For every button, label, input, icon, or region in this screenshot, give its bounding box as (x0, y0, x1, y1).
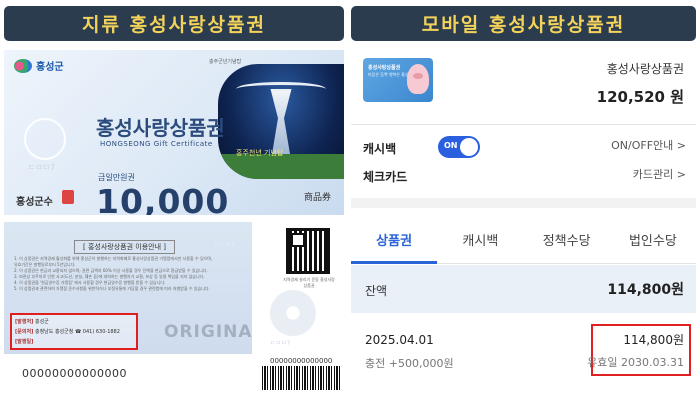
card-title: 홍성사랑상품권 (368, 65, 401, 71)
divider (351, 124, 696, 125)
qr-caption: 지역경제 살리기 운동 홍성사랑상품권 (283, 277, 335, 288)
issuer-row: [발행처] 홍성군 (15, 317, 133, 327)
tab-policy-allowance[interactable]: 정책수당 (524, 216, 610, 263)
history-expiry: 유효일 2030.03.31 (587, 356, 684, 369)
back-watermark: ㄷㅁㅁ7 (214, 242, 235, 249)
usage-guide-title: [ 홍성사랑상품권 이용안내 ] (74, 240, 175, 254)
paper-voucher-front: 홍성군 홍주천년 기념탑 충주군년기념탑 ㄷㅁㅁ7 홍성사랑상품권 HONGSE… (4, 50, 344, 215)
issue-info-box: [발행처] 홍성군 [문의처] 충청남도 홍성군청 ☎ 041) 630-188… (10, 313, 138, 350)
history-charge: 충전 +500,000원 (365, 357, 454, 370)
voucher-kind: 商品券 (304, 193, 332, 203)
cashback-label: 캐시백 (363, 142, 397, 156)
hongseong-logo: 홍성군 (14, 58, 64, 73)
date-row: [발행일] (15, 337, 133, 347)
toggle-knob (460, 138, 478, 156)
onoff-guide-link[interactable]: ON/OFF안내 > (611, 137, 686, 153)
hibiscus-watermark-icon (24, 118, 66, 160)
tab-corporate-allowance[interactable]: 법인수당 (610, 216, 696, 263)
contact-value: 충청남도 홍성군청 ☎ 041) 630-1882 (34, 329, 120, 335)
barcode-icon (262, 366, 340, 390)
checkcard-label: 체크카드 (363, 170, 408, 184)
tab-cashback[interactable]: 캐시백 (437, 216, 523, 263)
issuer-value: 홍성군 (34, 319, 49, 325)
official-seal-icon (62, 190, 74, 204)
county-emblem-icon (14, 58, 32, 73)
voucher-title: 홍성사랑상품권 (96, 116, 225, 140)
voucher-subtitle: HONGSEONG Gift Certificate (100, 140, 213, 148)
history-date: 2025.04.01 (365, 333, 434, 347)
photo-caption: 홍주천년 기념탑 (236, 149, 284, 157)
tab-voucher[interactable]: 상품권 (351, 216, 438, 264)
monument-tower (270, 89, 292, 154)
date-label: [발행일] (15, 339, 34, 345)
voucher-tabs: 상품권 캐시백 정책수당 법인수당 (351, 216, 696, 264)
issuer-name: 홍성군수 (16, 197, 53, 208)
logo-text: 홍성군 (36, 62, 64, 73)
mobile-voucher-header: 모바일 홍성사랑상품권 (351, 6, 696, 41)
card-name: 홍성사랑상품권 (606, 62, 684, 76)
term-line: 5. 이 상품권과 관련하여 가맹점 준수사항을 위반하거나 부정유통에 가담할… (14, 286, 210, 291)
history-value: 114,800원 (623, 333, 684, 347)
paper-voucher-back: [ 홍성사랑상품권 이용안내 ] ㄷㅁㅁ7 1. 이 상품권은 지역경제 활성화… (4, 222, 252, 354)
voucher-card-image[interactable]: 홍성사랑상품권 마음은 듬뿍 행복은 홍성 (363, 58, 433, 102)
pig-mascot-icon (407, 64, 429, 94)
front-watermark: ㄷㅁㅁ7 (28, 163, 56, 172)
qr-code-icon (286, 228, 330, 274)
mobile-app-screen: 홍성사랑상품권 마음은 듬뿍 행복은 홍성 홍성사랑상품권 120,520 원 … (351, 48, 696, 404)
history-item[interactable]: 2025.04.01 충전 +500,000원 114,800원 유효일 203… (351, 313, 696, 404)
balance-row: 잔액 114,800원 (351, 265, 696, 313)
card-management-link[interactable]: 카드관리 > (633, 166, 686, 182)
balance-value: 114,800원 (607, 282, 684, 298)
contact-row: [문의처] 충청남도 홍성군청 ☎ 041) 630-1882 (15, 327, 133, 337)
back-watermark-2: ㄷㅁㅁ7 (270, 340, 291, 347)
monument-photo: 홍주천년 기념탑 (218, 64, 344, 179)
small-serial-number: 00000000000000 (270, 357, 333, 365)
issuer-label: [발행처] (15, 319, 34, 325)
contact-label: [문의처] (15, 329, 34, 335)
voucher-amount: 10,000 (96, 182, 230, 215)
card-slogan: 마음은 듬뿍 행복은 홍성 (368, 72, 409, 77)
hibiscus-icon (270, 290, 316, 336)
section-gap (351, 198, 696, 208)
usage-terms: 1. 이 상품권은 지역경제 활성화를 위해 홍성군이 발행하는 지역화폐로 홍… (14, 256, 238, 292)
toggle-state: ON (444, 141, 458, 150)
balance-label: 잔액 (365, 284, 388, 298)
serial-number: 00000000000000 (22, 367, 127, 380)
paper-voucher-header: 지류 홍성사랑상품권 (4, 6, 344, 41)
monument-note: 충주군년기념탑 (209, 59, 242, 65)
original-stamp: ORIGINAL (164, 322, 252, 342)
card-amount: 120,520 원 (596, 88, 684, 106)
cashback-toggle[interactable]: ON (438, 136, 480, 158)
